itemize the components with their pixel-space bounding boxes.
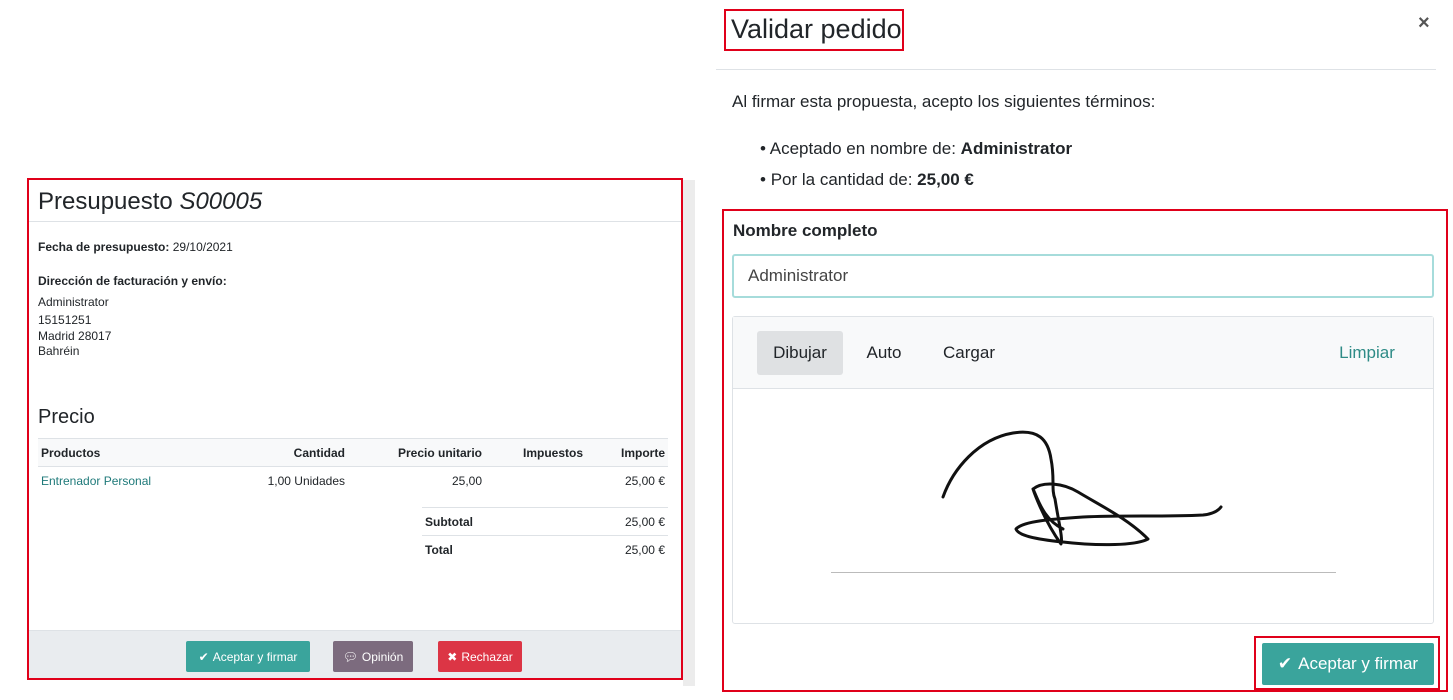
col-taxes: Impuestos bbox=[485, 438, 586, 467]
address-label-text: Dirección de facturación y envío: bbox=[38, 274, 227, 288]
signature-baseline bbox=[831, 572, 1336, 573]
tab-auto[interactable]: Auto bbox=[857, 331, 911, 375]
col-unit-price: Precio unitario bbox=[348, 438, 485, 467]
amount-label: Por la cantidad de: bbox=[770, 170, 918, 189]
table-header-row: Productos Cantidad Precio unitario Impue… bbox=[38, 438, 668, 467]
close-icon[interactable]: × bbox=[1418, 12, 1430, 35]
address-line: Bahréin bbox=[38, 344, 80, 358]
terms-intro: Al firmar esta propuesta, acepto los sig… bbox=[732, 92, 1156, 111]
accepted-for-value: Administrator bbox=[960, 139, 1073, 158]
unit-price-cell: 25,00 bbox=[451, 473, 482, 488]
amount-value: 25,00 € bbox=[917, 170, 974, 189]
full-name-input[interactable] bbox=[732, 254, 1434, 298]
times-icon: ✖ bbox=[447, 649, 458, 664]
subtotal-label: Subtotal bbox=[422, 507, 555, 536]
signature-tabs: Dibujar Auto Cargar Limpiar bbox=[733, 317, 1433, 389]
subtotal-row: Subtotal 25,00 € bbox=[422, 507, 668, 536]
address-line: Madrid 28017 bbox=[38, 329, 112, 343]
full-name-label: Nombre completo bbox=[733, 221, 878, 240]
dialog-divider bbox=[716, 69, 1436, 70]
quotation-title-prefix: Presupuesto bbox=[38, 188, 173, 215]
accept-sign-label: Aceptar y firmar bbox=[212, 649, 298, 664]
feedback-button[interactable]: 💬︎ Opinión bbox=[333, 641, 413, 672]
check-icon: ✔ bbox=[1277, 654, 1293, 673]
feedback-label: Opinión bbox=[361, 649, 404, 664]
items-table: Productos Cantidad Precio unitario Impue… bbox=[38, 438, 668, 495]
amount-cell: 25,00 € bbox=[624, 473, 665, 488]
total-label: Total bbox=[422, 535, 555, 564]
comment-icon: 💬︎ bbox=[342, 649, 358, 664]
col-amount: Importe bbox=[586, 438, 668, 467]
dialog-title: Validar pedido bbox=[731, 14, 902, 44]
check-icon: ✔ bbox=[198, 649, 209, 664]
col-products: Productos bbox=[38, 438, 228, 467]
subtotal-value: 25,00 € bbox=[554, 507, 668, 536]
bullet-icon: • bbox=[760, 139, 766, 158]
accept-sign-button[interactable]: ✔ Aceptar y firmar bbox=[186, 641, 310, 672]
term-accepted-for: • Aceptado en nombre de: Administrator bbox=[760, 139, 1072, 159]
address-label: Dirección de facturación y envío: bbox=[38, 274, 227, 289]
product-link[interactable]: Entrenador Personal bbox=[38, 467, 228, 495]
quotation-date: Fecha de presupuesto: 29/10/2021 bbox=[38, 240, 233, 255]
quantity-cell: 1,00 Unidades bbox=[267, 473, 345, 488]
total-value: 25,00 € bbox=[554, 535, 668, 564]
tab-draw[interactable]: Dibujar bbox=[757, 331, 843, 375]
dialog-accept-sign-label: Aceptar y firmar bbox=[1298, 654, 1419, 673]
price-heading: Precio bbox=[38, 406, 95, 428]
quotation-panel: Presupuesto S00005 Fecha de presupuesto:… bbox=[27, 178, 683, 680]
signature-canvas[interactable] bbox=[733, 389, 1433, 623]
address-line: Administrator bbox=[38, 295, 109, 309]
accepted-for-label: Aceptado en nombre de: bbox=[769, 139, 961, 158]
bullet-icon: • bbox=[760, 170, 766, 189]
quotation-number: S00005 bbox=[179, 188, 263, 215]
col-quantity: Cantidad bbox=[228, 438, 348, 467]
date-value: 29/10/2021 bbox=[172, 240, 233, 254]
panel-shadow bbox=[683, 180, 695, 686]
clear-link[interactable]: Limpiar bbox=[1329, 331, 1405, 375]
dialog-accept-sign-button[interactable]: ✔ Aceptar y firmar bbox=[1262, 643, 1434, 685]
term-amount: • Por la cantidad de: 25,00 € bbox=[760, 170, 974, 190]
divider bbox=[29, 221, 681, 222]
reject-label: Rechazar bbox=[461, 649, 513, 664]
tab-upload[interactable]: Cargar bbox=[933, 331, 1005, 375]
quotation-title: Presupuesto S00005 bbox=[38, 188, 262, 216]
totals-table: Subtotal 25,00 € Total 25,00 € bbox=[422, 507, 668, 564]
quotation-actions: ✔ Aceptar y firmar 💬︎ Opinión ✖ Rechazar bbox=[29, 630, 681, 678]
taxes-cell bbox=[485, 467, 586, 495]
signature-pad: Dibujar Auto Cargar Limpiar bbox=[732, 316, 1434, 624]
table-row: Entrenador Personal 1,00 Unidades 25,00 … bbox=[38, 467, 668, 495]
signature-stroke bbox=[941, 430, 1223, 547]
address-line: 15151251 bbox=[38, 313, 92, 327]
total-row: Total 25,00 € bbox=[422, 535, 668, 564]
date-label: Fecha de presupuesto: bbox=[38, 240, 170, 254]
reject-button[interactable]: ✖ Rechazar bbox=[438, 641, 522, 672]
